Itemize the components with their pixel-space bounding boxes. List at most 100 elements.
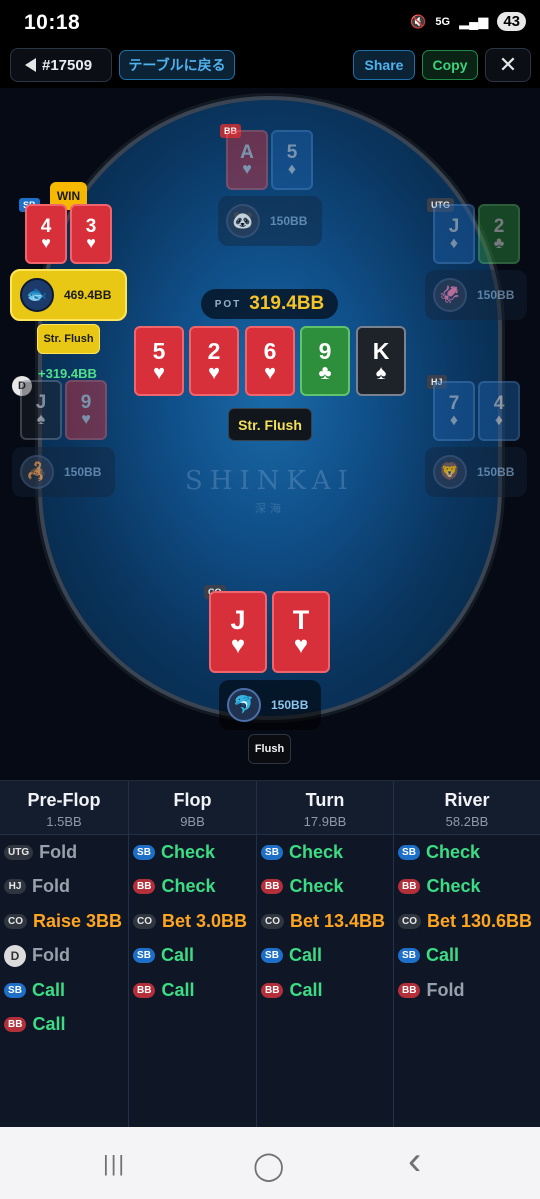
- back-icon[interactable]: ‹: [408, 1139, 421, 1184]
- board-card-2: 2 ♥: [189, 326, 239, 396]
- signal-icon: ▂▄▆: [459, 13, 489, 29]
- pot-display: POT 319.4BB: [201, 289, 338, 319]
- card-suit: ♦: [449, 411, 459, 429]
- action-text: Raise 3BB: [33, 910, 123, 931]
- squid-avatar-icon: 🦑: [433, 278, 467, 312]
- seat-stack: 469.4BB: [64, 288, 112, 302]
- action-text: Check: [426, 876, 481, 897]
- lion-avatar-icon: 🦁: [433, 455, 467, 489]
- card-rank: 2: [207, 337, 221, 364]
- action-history-panel: Pre-Flop 1.5BB UTG Fold HJ Fold CO Raise 3B…: [0, 780, 540, 1128]
- action-text: Call: [32, 979, 66, 1000]
- card-suit: ♣: [318, 361, 332, 384]
- board-card-3: 6 ♥: [245, 326, 295, 396]
- recents-icon[interactable]: |||: [103, 1151, 126, 1177]
- action-position: BB: [133, 982, 156, 998]
- street-pot: 9BB: [180, 814, 205, 829]
- street-pot: 17.9BB: [303, 814, 347, 829]
- action-text: Check: [289, 876, 344, 897]
- card-suit: ♥: [264, 361, 276, 384]
- card-rank: 3: [85, 215, 97, 237]
- d-card-2: 9 ♥: [65, 380, 107, 440]
- action-position: SB: [4, 982, 26, 998]
- action-row: SB Call: [129, 939, 256, 974]
- win-amount: +319.4BB: [38, 366, 97, 381]
- card-suit: ♥: [86, 234, 96, 252]
- action-position: CO: [133, 913, 156, 929]
- seat-utg[interactable]: 🦑 150BB: [425, 270, 527, 320]
- street-column-flop: Flop 9BB SB Check BB Check CO Bet 3.0BB SB C…: [129, 781, 257, 1128]
- close-icon[interactable]: ✕: [485, 48, 531, 82]
- co-hand-label: Flush: [248, 734, 291, 764]
- copy-button[interactable]: Copy: [422, 50, 478, 80]
- back-triangle-icon: [25, 58, 36, 72]
- action-row: SB Call: [394, 939, 540, 974]
- action-row: CO Bet 3.0BB: [129, 904, 256, 939]
- top-bar: #17509 テーブルに戻る Share Copy ✕: [0, 46, 540, 88]
- action-position: SB: [398, 948, 420, 964]
- action-text: Fold: [39, 841, 78, 862]
- status-time: 10:18: [24, 11, 81, 34]
- fish-avatar-icon: 🐟: [20, 278, 54, 312]
- action-position: CO: [4, 913, 27, 929]
- hj-card-2: 4 ♦: [478, 381, 520, 441]
- seat-bb[interactable]: 🐼 150BB: [218, 196, 322, 246]
- bb-card-1: A ♥: [226, 130, 268, 190]
- seat-hj[interactable]: 🦁 150BB: [425, 447, 527, 497]
- street-column-preflop: Pre-Flop 1.5BB UTG Fold HJ Fold CO Raise 3B…: [0, 781, 129, 1128]
- street-header[interactable]: River 58.2BB: [394, 781, 540, 835]
- board-card-1: 5 ♥: [134, 326, 184, 396]
- return-to-table-button[interactable]: テーブルに戻る: [119, 50, 235, 80]
- action-row: SB Check: [129, 835, 256, 870]
- bb-card-2: 5 ♦: [271, 130, 313, 190]
- action-text: Call: [161, 979, 195, 1000]
- panda-avatar-icon: 🐼: [226, 204, 260, 238]
- action-position: SB: [133, 844, 155, 860]
- utg-card-2: 2 ♣: [478, 204, 520, 264]
- dolphin-avatar-icon: 🐬: [227, 688, 261, 722]
- street-column-river: River 58.2BB SB Check BB Check CO Bet 130.6…: [394, 781, 540, 1128]
- action-row: SB Check: [257, 835, 393, 870]
- seat-stack: 150BB: [477, 288, 515, 302]
- card-rank: K: [372, 337, 390, 364]
- table-logo-sub: 深海: [255, 503, 285, 515]
- action-row: BB Check: [394, 870, 540, 905]
- seat-co[interactable]: 🐬 150BB: [219, 680, 321, 730]
- seat-stack: 150BB: [271, 698, 309, 712]
- seat-sb[interactable]: 🐟 469.4BB: [10, 269, 127, 321]
- hand-id-label: #17509: [42, 56, 93, 74]
- scorpion-avatar-icon: 🦂: [20, 455, 54, 489]
- seat-d[interactable]: 🦂 150BB: [12, 447, 115, 497]
- street-header[interactable]: Flop 9BB: [129, 781, 256, 835]
- card-suit: ♥: [81, 410, 91, 428]
- action-text: Bet 3.0BB: [162, 910, 248, 931]
- card-suit: ♥: [208, 361, 220, 384]
- hand-id-button[interactable]: #17509: [10, 48, 112, 82]
- street-header[interactable]: Pre-Flop 1.5BB: [0, 781, 128, 835]
- card-suit: ♣: [493, 234, 505, 252]
- action-position: CO: [398, 913, 421, 929]
- street-header[interactable]: Turn 17.9BB: [257, 781, 393, 835]
- action-position: SB: [261, 948, 283, 964]
- card-rank: 7: [448, 392, 460, 414]
- card-suit: ♠: [375, 361, 387, 384]
- action-position: BB: [133, 879, 156, 895]
- action-text: Check: [426, 841, 481, 862]
- action-row: SB Call: [257, 939, 393, 974]
- action-position: SB: [133, 948, 155, 964]
- street-pot: 1.5BB: [46, 814, 82, 829]
- action-text: Check: [161, 876, 216, 897]
- action-row: D Fold: [0, 939, 128, 974]
- board-card-5: K ♠: [356, 326, 406, 396]
- action-row: HJ Fold: [0, 870, 128, 905]
- share-button[interactable]: Share: [353, 50, 415, 80]
- action-position: BB: [261, 982, 284, 998]
- sb-hand-label: Str. Flush: [37, 324, 100, 354]
- action-position: BB: [4, 1017, 27, 1033]
- mute-icon: 🔇: [410, 13, 427, 29]
- action-position: D: [4, 944, 26, 967]
- card-rank: J: [230, 604, 246, 635]
- home-icon[interactable]: ◯: [253, 1149, 284, 1182]
- action-row: BB Check: [257, 870, 393, 905]
- action-text: Bet 130.6BB: [427, 910, 533, 931]
